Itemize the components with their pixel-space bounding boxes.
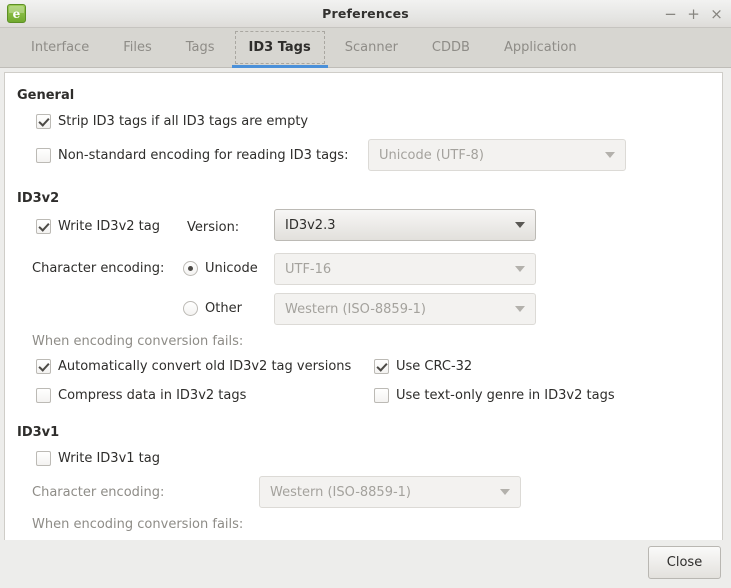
title-bar: e Preferences − + × (0, 0, 731, 28)
id3v1-conversion-fails-row: When encoding conversion fails: (32, 517, 243, 532)
combobox-value: Western (ISO-8859-1) (270, 484, 412, 500)
strip-id3-tags-label: Strip ID3 tags if all ID3 tags are empty (58, 114, 309, 129)
chevron-down-icon (500, 489, 510, 495)
id3v2-unicode-label: Unicode (205, 261, 258, 276)
close-icon[interactable]: × (710, 4, 723, 24)
combobox-value: ID3v2.3 (285, 217, 336, 233)
id3v2-unicode-radio-row[interactable]: Unicode (183, 261, 258, 276)
checkbox-box (36, 114, 51, 129)
id3v2-conversion-fails-row: When encoding conversion fails: (32, 334, 243, 349)
checkbox-box (36, 388, 51, 403)
nonstandard-encoding-checkbox[interactable]: Non-standard encoding for reading ID3 ta… (36, 148, 348, 163)
compress-data-checkbox-row[interactable]: Compress data in ID3v2 tags (36, 388, 246, 403)
write-id3v1-tag-label: Write ID3v1 tag (58, 451, 160, 466)
close-button[interactable]: Close (648, 546, 721, 579)
chevron-down-icon (515, 222, 525, 228)
combobox-value: Western (ISO-8859-1) (285, 301, 427, 317)
id3v2-unicode-charset-combobox[interactable]: UTF-16 (274, 253, 536, 285)
auto-convert-checkbox-row[interactable]: Automatically convert old ID3v2 tag vers… (36, 359, 351, 374)
compress-data-checkbox[interactable]: Compress data in ID3v2 tags (36, 388, 246, 403)
tab-tags[interactable]: Tags (169, 28, 232, 67)
id3v2-version-combobox[interactable]: ID3v2.3 (274, 209, 536, 241)
combobox-value: Unicode (UTF-8) (379, 147, 484, 163)
id3v2-conversion-fails-label: When encoding conversion fails: (32, 334, 244, 349)
preferences-window: e Preferences − + × Interface Files Tags… (0, 0, 731, 588)
checkbox-box (36, 219, 51, 234)
compress-data-label: Compress data in ID3v2 tags (58, 388, 247, 403)
strip-id3-tags-checkbox[interactable]: Strip ID3 tags if all ID3 tags are empty (36, 114, 308, 129)
app-icon-glyph: e (12, 6, 21, 21)
tab-cddb[interactable]: CDDB (415, 28, 487, 67)
nonstandard-encoding-checkbox-row[interactable]: Non-standard encoding for reading ID3 ta… (36, 148, 348, 163)
minimize-icon[interactable]: − (664, 4, 677, 24)
radio-box (183, 301, 198, 316)
tab-application[interactable]: Application (487, 28, 594, 67)
id3v1-charset-label: Character encoding: (32, 485, 165, 500)
checkbox-box (374, 388, 389, 403)
tab-files[interactable]: Files (106, 28, 169, 67)
id3v2-other-charset-combobox[interactable]: Western (ISO-8859-1) (274, 293, 536, 325)
auto-convert-label: Automatically convert old ID3v2 tag vers… (58, 359, 352, 374)
checkbox-box (36, 148, 51, 163)
checkbox-box (36, 451, 51, 466)
use-crc32-checkbox[interactable]: Use CRC-32 (374, 359, 472, 374)
nonstandard-encoding-combobox[interactable]: Unicode (UTF-8) (368, 139, 626, 171)
id3v1-charset-combobox[interactable]: Western (ISO-8859-1) (259, 476, 521, 508)
id3v2-other-radio[interactable]: Other (183, 301, 242, 316)
write-id3v2-tag-checkbox[interactable]: Write ID3v2 tag (36, 219, 160, 234)
window-title: Preferences (322, 6, 409, 21)
id3v2-charset-label: Character encoding: (32, 261, 165, 276)
nonstandard-encoding-label: Non-standard encoding for reading ID3 ta… (58, 148, 349, 163)
tab-content-wrapper: General Strip ID3 tags if all ID3 tags a… (0, 68, 731, 544)
chevron-down-icon (605, 152, 615, 158)
strip-id3-tags-checkbox-row[interactable]: Strip ID3 tags if all ID3 tags are empty (36, 114, 308, 129)
use-crc32-checkbox-row[interactable]: Use CRC-32 (374, 359, 472, 374)
window-controls: − + × (664, 0, 723, 28)
combobox-value: UTF-16 (285, 261, 332, 277)
radio-box (183, 261, 198, 276)
id3v2-version-label: Version: (187, 220, 240, 235)
id3v2-other-label: Other (205, 301, 242, 316)
id3v2-other-radio-row[interactable]: Other (183, 301, 242, 316)
use-crc32-label: Use CRC-32 (396, 359, 473, 374)
preferences-tabbar: Interface Files Tags ID3 Tags Scanner CD… (0, 28, 731, 68)
maximize-icon[interactable]: + (687, 4, 700, 24)
write-id3v2-tag-label: Write ID3v2 tag (58, 219, 160, 234)
auto-convert-checkbox[interactable]: Automatically convert old ID3v2 tag vers… (36, 359, 351, 374)
checkbox-box (374, 359, 389, 374)
dialog-action-bar: Close (0, 540, 731, 588)
chevron-down-icon (515, 266, 525, 272)
write-id3v1-tag-checkbox-row[interactable]: Write ID3v1 tag (36, 451, 160, 466)
id3v1-charset-label-row: Character encoding: (32, 485, 164, 500)
write-id3v2-tag-checkbox-row[interactable]: Write ID3v2 tag (36, 219, 160, 234)
chevron-down-icon (515, 306, 525, 312)
id3v2-section-title: ID3v2 (17, 191, 60, 206)
tab-interface[interactable]: Interface (14, 28, 106, 67)
write-id3v1-tag-checkbox[interactable]: Write ID3v1 tag (36, 451, 160, 466)
id3v2-charset-label-row: Character encoding: (32, 261, 164, 276)
id3v2-version-label-row: Version: (187, 220, 239, 235)
id3-tags-panel: General Strip ID3 tags if all ID3 tags a… (4, 72, 723, 544)
text-only-genre-label: Use text-only genre in ID3v2 tags (396, 388, 615, 403)
easytag-icon: e (7, 4, 26, 23)
general-section-title: General (17, 88, 75, 103)
tab-id3-tags[interactable]: ID3 Tags (231, 28, 328, 68)
id3v2-unicode-radio[interactable]: Unicode (183, 261, 258, 276)
checkbox-box (36, 359, 51, 374)
tab-scanner[interactable]: Scanner (328, 28, 415, 67)
text-only-genre-checkbox[interactable]: Use text-only genre in ID3v2 tags (374, 388, 615, 403)
id3v1-section-title: ID3v1 (17, 425, 60, 440)
id3v1-conversion-fails-label: When encoding conversion fails: (32, 517, 244, 532)
text-only-genre-checkbox-row[interactable]: Use text-only genre in ID3v2 tags (374, 388, 615, 403)
